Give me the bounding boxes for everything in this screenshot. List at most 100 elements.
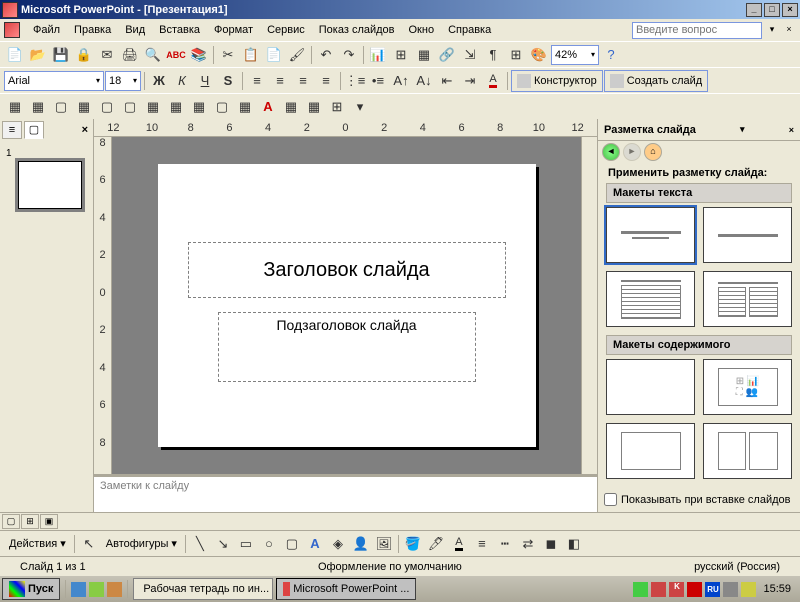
layout-title-slide[interactable] bbox=[606, 207, 695, 263]
3d-style-button[interactable]: ◧ bbox=[563, 533, 585, 555]
actions-menu[interactable]: Действия ▾ bbox=[4, 537, 71, 550]
nav-back-button[interactable]: ◄ bbox=[602, 143, 620, 161]
menu-view[interactable]: Вид bbox=[118, 22, 152, 38]
restore-button[interactable]: □ bbox=[764, 3, 780, 17]
diagram-button[interactable]: ◈ bbox=[327, 533, 349, 555]
select-objects-button[interactable]: ↖ bbox=[78, 533, 100, 555]
ext-btn-14[interactable]: ▦ bbox=[303, 96, 325, 118]
tray-icon-6[interactable] bbox=[741, 582, 756, 597]
app-menu-icon[interactable] bbox=[4, 22, 20, 38]
taskpane-close-button[interactable]: × bbox=[789, 125, 794, 135]
slide[interactable]: Заголовок слайда Подзаголовок слайда bbox=[158, 164, 536, 447]
notes-pane[interactable]: Заметки к слайду bbox=[94, 474, 597, 512]
taskbar-item-1[interactable]: Рабочая тетрадь по ин... bbox=[133, 578, 273, 600]
nav-home-button[interactable]: ⌂ bbox=[644, 143, 662, 161]
undo-button[interactable]: ↶ bbox=[315, 44, 337, 66]
fill-color-button[interactable]: 🪣 bbox=[402, 533, 424, 555]
subtitle-placeholder[interactable]: Подзаголовок слайда bbox=[218, 312, 476, 382]
print-preview-button[interactable]: 🔍 bbox=[142, 44, 164, 66]
numbering-button[interactable]: ⋮≡ bbox=[344, 70, 366, 92]
layout-title-only[interactable] bbox=[703, 207, 792, 263]
taskpane-menu-icon[interactable]: ▾ bbox=[740, 124, 745, 135]
menu-slideshow[interactable]: Показ слайдов bbox=[312, 22, 402, 38]
slideshow-view-button[interactable]: ▣ bbox=[40, 514, 58, 529]
tray-icon-4[interactable] bbox=[687, 582, 702, 597]
menu-file[interactable]: Файл bbox=[26, 22, 67, 38]
insert-table-button[interactable]: ⊞ bbox=[390, 44, 412, 66]
ext-btn-13[interactable]: ▦ bbox=[280, 96, 302, 118]
rectangle-button[interactable]: ▭ bbox=[235, 533, 257, 555]
picture-button[interactable]: 🖼 bbox=[373, 533, 395, 555]
zoom-combo[interactable]: 42%▾ bbox=[551, 45, 599, 65]
ext-btn-1[interactable]: ▦ bbox=[4, 96, 26, 118]
shadow-button[interactable]: S bbox=[217, 70, 239, 92]
open-button[interactable]: 📂 bbox=[27, 44, 49, 66]
vertical-scrollbar[interactable] bbox=[581, 137, 597, 474]
line-style-button[interactable]: ≡ bbox=[471, 533, 493, 555]
layout-blank[interactable] bbox=[606, 359, 695, 415]
permission-button[interactable]: 🔒 bbox=[73, 44, 95, 66]
insert-hyperlink-button[interactable]: 🔗 bbox=[436, 44, 458, 66]
decrease-font-button[interactable]: A↓ bbox=[413, 70, 435, 92]
increase-font-button[interactable]: A↑ bbox=[390, 70, 412, 92]
cut-button[interactable]: ✂ bbox=[217, 44, 239, 66]
ext-btn-5[interactable]: ▢ bbox=[96, 96, 118, 118]
title-placeholder[interactable]: Заголовок слайда bbox=[188, 242, 506, 298]
print-button[interactable]: 🖨 bbox=[119, 44, 141, 66]
design-button[interactable]: Конструктор bbox=[511, 70, 603, 92]
arrow-button[interactable]: ↘ bbox=[212, 533, 234, 555]
spelling-button[interactable]: ABC bbox=[165, 44, 187, 66]
normal-view-button[interactable]: ▢ bbox=[2, 514, 20, 529]
arrow-style-button[interactable]: ⇄ bbox=[517, 533, 539, 555]
quicklaunch-icon-3[interactable] bbox=[107, 582, 122, 597]
slides-tab[interactable]: ▢ bbox=[24, 121, 44, 139]
sorter-view-button[interactable]: ⊞ bbox=[21, 514, 39, 529]
canvas-area[interactable]: Заголовок слайда Подзаголовок слайда bbox=[112, 137, 581, 474]
align-left-button[interactable]: ≡ bbox=[246, 70, 268, 92]
layout-content-2[interactable] bbox=[606, 423, 695, 479]
menu-help[interactable]: Справка bbox=[441, 22, 498, 38]
tray-icon-1[interactable] bbox=[633, 582, 648, 597]
menu-edit[interactable]: Правка bbox=[67, 22, 118, 38]
ext-btn-11[interactable]: ▦ bbox=[234, 96, 256, 118]
close-button[interactable]: × bbox=[782, 3, 798, 17]
bold-button[interactable]: Ж bbox=[148, 70, 170, 92]
decrease-indent-button[interactable]: ⇤ bbox=[436, 70, 458, 92]
font-color-button-2[interactable]: A bbox=[448, 533, 470, 555]
close-panel-button[interactable]: × bbox=[79, 124, 91, 136]
tray-icon-3[interactable]: K bbox=[669, 582, 684, 597]
shadow-style-button[interactable]: ◼ bbox=[540, 533, 562, 555]
insert-chart-button[interactable]: 📊 bbox=[367, 44, 389, 66]
paste-button[interactable]: 📄 bbox=[263, 44, 285, 66]
copy-button[interactable]: 📋 bbox=[240, 44, 262, 66]
show-on-insert-checkbox[interactable]: Показывать при вставке слайдов bbox=[598, 487, 800, 512]
wordart-button[interactable]: A bbox=[304, 533, 326, 555]
help-search-input[interactable] bbox=[632, 22, 762, 39]
ext-btn-4[interactable]: ▦ bbox=[73, 96, 95, 118]
autoshapes-menu[interactable]: Автофигуры ▾ bbox=[101, 537, 182, 550]
save-button[interactable]: 💾 bbox=[50, 44, 72, 66]
textbox-button[interactable]: ▢ bbox=[281, 533, 303, 555]
oval-button[interactable]: ○ bbox=[258, 533, 280, 555]
minimize-button[interactable]: _ bbox=[746, 3, 762, 17]
layout-title-content[interactable] bbox=[606, 271, 695, 327]
tables-borders-button[interactable]: ▦ bbox=[413, 44, 435, 66]
show-formatting-button[interactable]: ¶ bbox=[482, 44, 504, 66]
clock[interactable]: 15:59 bbox=[759, 583, 795, 595]
menu-window[interactable]: Окно bbox=[402, 22, 442, 38]
layout-content[interactable]: ⊞ 📊⛶ 👥 bbox=[703, 359, 792, 415]
increase-indent-button[interactable]: ⇥ bbox=[459, 70, 481, 92]
ext-btn-3[interactable]: ▢ bbox=[50, 96, 72, 118]
show-grid-button[interactable]: ⊞ bbox=[505, 44, 527, 66]
help-button[interactable]: ? bbox=[600, 44, 622, 66]
distributed-button[interactable]: ≡ bbox=[315, 70, 337, 92]
layout-content-3[interactable] bbox=[703, 423, 792, 479]
redo-button[interactable]: ↷ bbox=[338, 44, 360, 66]
font-size-combo[interactable]: 18▾ bbox=[105, 71, 141, 91]
bullets-button[interactable]: •≡ bbox=[367, 70, 389, 92]
menu-insert[interactable]: Вставка bbox=[152, 22, 207, 38]
start-button[interactable]: Пуск bbox=[2, 578, 60, 600]
nav-forward-button[interactable]: ► bbox=[623, 143, 641, 161]
ext-btn-16[interactable]: ▾ bbox=[349, 96, 371, 118]
align-center-button[interactable]: ≡ bbox=[269, 70, 291, 92]
